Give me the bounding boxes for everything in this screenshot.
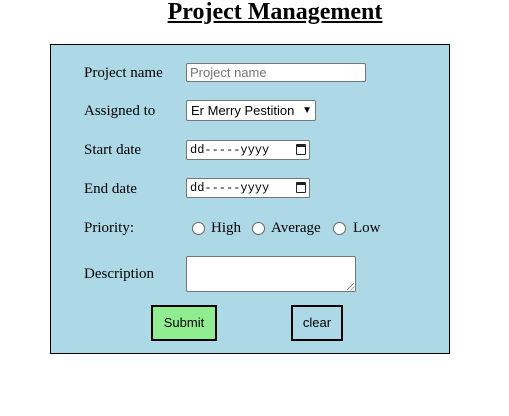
priority-label: Priority: (84, 220, 135, 236)
priority-average-label: Average (271, 220, 321, 236)
page-title: Project Management (167, 0, 383, 25)
clear-button[interactable]: clear (291, 305, 343, 341)
project-name-placeholder: Project name (190, 65, 267, 80)
calendar-icon[interactable] (296, 144, 306, 155)
calendar-icon[interactable] (296, 182, 306, 193)
assigned-to-select[interactable]: Er Merry Pestition ▼ (186, 100, 316, 121)
priority-high-radio[interactable] (192, 222, 205, 235)
chevron-down-icon: ▼ (302, 105, 312, 116)
priority-high-label: High (211, 220, 241, 236)
start-date-input[interactable]: dd-----yyyy (186, 140, 310, 160)
assigned-to-label: Assigned to (84, 103, 156, 119)
project-name-label: Project name (84, 65, 163, 81)
end-date-input[interactable]: dd-----yyyy (186, 178, 310, 198)
project-form: Project name Project name Assigned to Er… (50, 44, 450, 354)
submit-button[interactable]: Submit (151, 305, 217, 341)
priority-low-radio[interactable] (333, 222, 346, 235)
priority-average-radio[interactable] (252, 222, 265, 235)
assigned-to-value: Er Merry Pestition (191, 103, 295, 118)
resize-handle-icon[interactable] (347, 283, 354, 290)
end-date-label: End date (84, 181, 137, 197)
description-label: Description (84, 266, 154, 282)
project-name-input[interactable]: Project name (186, 63, 366, 82)
priority-low-label: Low (353, 220, 381, 236)
start-date-label: Start date (84, 142, 142, 158)
description-textarea[interactable] (186, 256, 356, 292)
start-date-value: dd-----yyyy (190, 143, 270, 157)
end-date-value: dd-----yyyy (190, 181, 270, 195)
